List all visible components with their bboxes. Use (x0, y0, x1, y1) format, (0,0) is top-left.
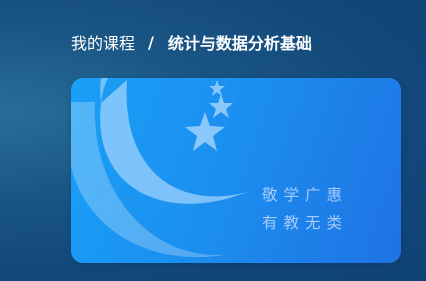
motto-line-2: 有教无类 (262, 214, 349, 232)
emblem-inner-crescent (100, 80, 247, 204)
university-motto: 敬学广惠 有教无类 (262, 181, 348, 237)
university-emblem-icon (71, 78, 247, 258)
emblem-star-medium (209, 94, 233, 118)
breadcrumb-my-courses-link[interactable]: 我的课程 (71, 30, 135, 54)
breadcrumb-current-course: 统计与数据分析基础 (167, 34, 312, 53)
course-cover-card[interactable]: 敬学广惠 有教无类 (71, 78, 401, 263)
motto-line-1: 敬学广惠 (262, 186, 349, 204)
breadcrumb: 我的课程 / 统计与数据分析基础 (71, 30, 312, 54)
emblem-star-small (209, 80, 225, 96)
breadcrumb-separator: / (148, 32, 154, 52)
emblem-star-large (185, 112, 225, 151)
